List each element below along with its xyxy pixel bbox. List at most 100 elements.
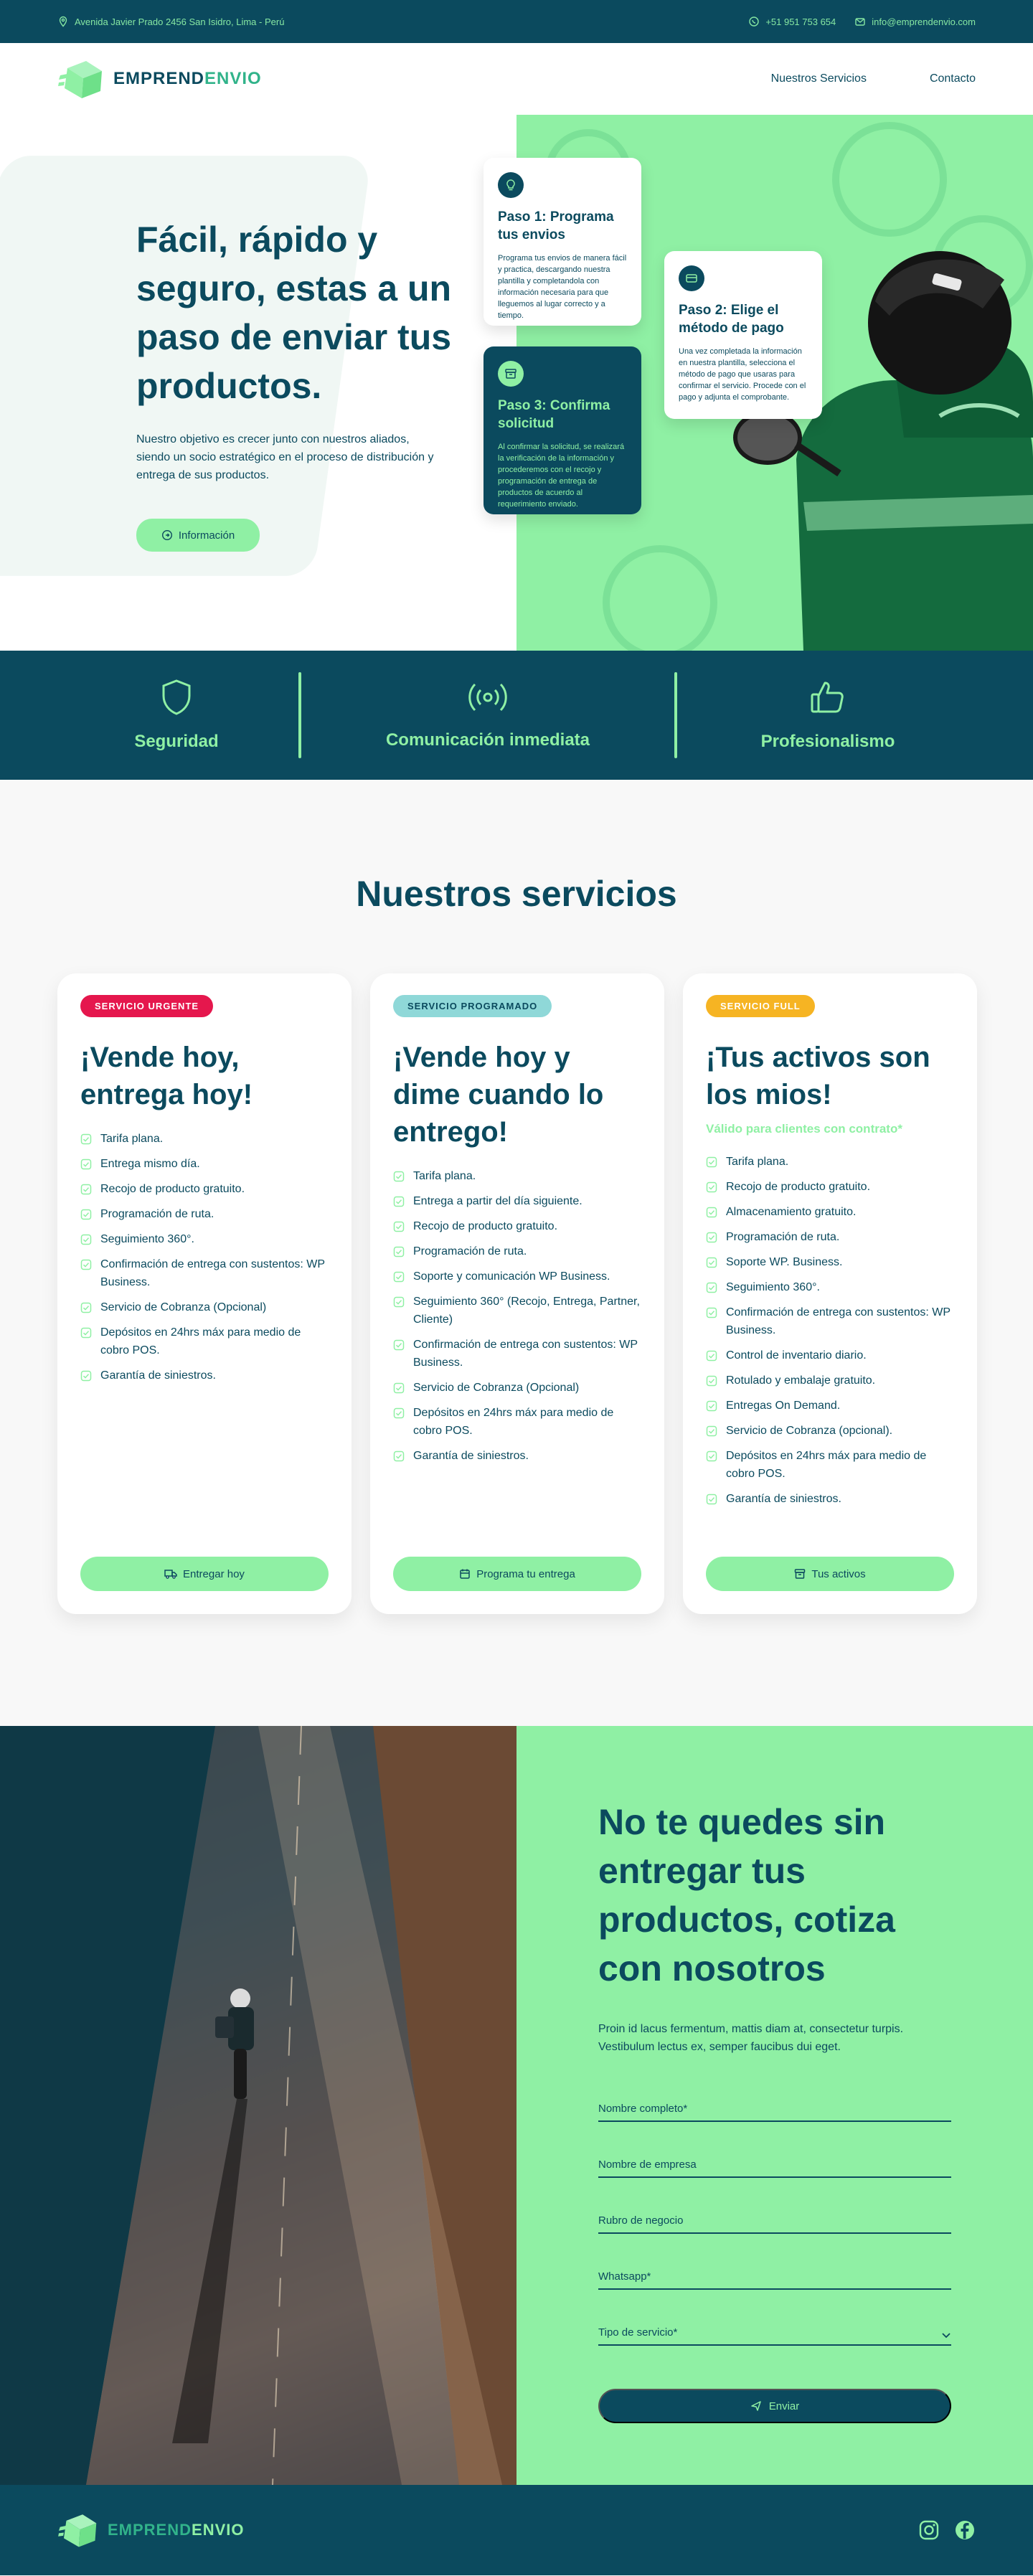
check-icon (706, 1375, 717, 1387)
service-card-scheduled: SERVICIO PROGRAMADO ¡Vende hoy y dime cu… (370, 973, 664, 1614)
badge-scheduled: SERVICIO PROGRAMADO (393, 995, 552, 1017)
feature-item-text: Control de inventario diario. (726, 1349, 867, 1362)
name-field-wrap (598, 2095, 951, 2122)
feature-item: Seguimiento 360°. (706, 1275, 954, 1300)
service-type-select[interactable]: Tipo de servicio* (598, 2318, 951, 2346)
whatsapp-icon (749, 16, 760, 27)
check-icon (393, 1296, 405, 1308)
feature-item: Confirmación de entrega con sustentos: W… (393, 1332, 641, 1375)
feature-item: Recojo de producto gratuito. (706, 1174, 954, 1199)
whatsapp-field-wrap (598, 2263, 951, 2290)
feature-item: Programación de ruta. (706, 1225, 954, 1250)
feature-item-text: Depósitos en 24hrs máx para medio de cob… (726, 1450, 927, 1480)
deliver-today-button[interactable]: Entregar hoy (80, 1557, 329, 1591)
feature-item: Servicio de Cobranza (opcional). (706, 1418, 954, 1443)
feature-item-text: Servicio de Cobranza (opcional). (726, 1425, 893, 1437)
hero-left: Fácil, rápido y seguro, estas a un paso … (0, 115, 516, 651)
feature-item: Almacenamiento gratuito. (706, 1199, 954, 1225)
feature-item-text: Garantía de siniestros. (413, 1450, 529, 1462)
schedule-delivery-label: Programa tu entrega (476, 1567, 575, 1580)
feature-item: Depósitos en 24hrs máx para medio de cob… (393, 1400, 641, 1443)
feature-list: Tarifa plana. Recojo de producto gratuito… (706, 1149, 954, 1511)
phone-info[interactable]: +51 951 753 654 (748, 16, 836, 27)
business-field[interactable] (598, 2214, 951, 2227)
address-info: Avenida Javier Prado 2456 San Isidro, Li… (57, 16, 284, 27)
check-icon (393, 1171, 405, 1182)
nav-link-services[interactable]: Nuestros Servicios (771, 72, 867, 85)
business-field-wrap (598, 2207, 951, 2234)
services-section: Nuestros servicios SERVICIO URGENTE ¡Ven… (0, 780, 1033, 1726)
feature-item: Servicio de Cobranza (Opcional) (80, 1295, 329, 1320)
location-pin-icon (59, 16, 67, 27)
footer-brand-name: EMPRENDENVIO (108, 2521, 245, 2539)
nav-link-contact[interactable]: Contacto (930, 72, 976, 85)
box-logo-icon (58, 2514, 97, 2547)
check-icon (80, 1234, 92, 1245)
brand-logo[interactable]: EMPRENDENVIO (57, 57, 262, 101)
contact-section: No te quedes sin entregar tus productos,… (0, 1726, 1033, 2485)
company-field[interactable] (598, 2159, 951, 2171)
feature-list: Tarifa plana. Entrega mismo día. Recojo de… (80, 1126, 329, 1388)
service-cards: SERVICIO URGENTE ¡Vende hoy, entrega hoy… (57, 973, 977, 1614)
feature-item: Entregas On Demand. (706, 1393, 954, 1418)
feature-item-text: Entrega a partir del día siguiente. (413, 1195, 582, 1207)
feature-item-text: Seguimiento 360°. (100, 1233, 194, 1245)
step-card-2: Paso 2: Elige el método de pago Una vez … (664, 251, 822, 419)
feature-item: Entrega mismo día. (80, 1151, 329, 1176)
feature-item: Recojo de producto gratuito. (393, 1214, 641, 1239)
schedule-delivery-button[interactable]: Programa tu entrega (393, 1557, 641, 1591)
service-card-urgent: SERVICIO URGENTE ¡Vende hoy, entrega hoy… (57, 973, 352, 1614)
email-text: info@emprendenvio.com (872, 16, 976, 27)
check-icon (80, 1370, 92, 1382)
address-text: Avenida Javier Prado 2456 San Isidro, Li… (75, 16, 285, 27)
submit-button[interactable]: Enviar (598, 2389, 951, 2423)
credit-card-icon (686, 274, 697, 283)
feature-item: Confirmación de entrega con sustentos: W… (706, 1300, 954, 1343)
check-icon (706, 1425, 717, 1437)
feature-item-text: Soporte WP. Business. (726, 1256, 843, 1268)
step-2-bullet (679, 265, 704, 291)
step-1-title: Paso 1: Programa tus envios (498, 209, 614, 242)
send-icon (750, 2401, 761, 2411)
check-icon (393, 1407, 405, 1419)
facebook-icon[interactable] (954, 2519, 976, 2541)
check-icon (80, 1327, 92, 1339)
feature-item-text: Seguimiento 360° (Recojo, Entrega, Partn… (413, 1296, 640, 1326)
feature-item-text: Recojo de producto gratuito. (726, 1181, 871, 1193)
check-icon (393, 1221, 405, 1232)
feature-item-text: Servicio de Cobranza (Opcional) (413, 1382, 580, 1394)
check-icon (80, 1302, 92, 1313)
feature-communication-label: Comunicación inmediata (385, 730, 590, 750)
feature-item-text: Recojo de producto gratuito. (100, 1183, 245, 1195)
archive-icon (795, 1569, 806, 1579)
road-photo (0, 1726, 516, 2485)
check-icon (393, 1382, 405, 1394)
calendar-icon (460, 1569, 470, 1579)
features-band: Seguridad Comunicación inmediata Profesi… (0, 651, 1033, 780)
broadcast-icon (468, 683, 507, 712)
lightbulb-icon (506, 179, 515, 191)
feature-item-text: Almacenamiento gratuito. (726, 1206, 857, 1218)
brand-name: EMPRENDENVIO (113, 69, 262, 88)
instagram-icon[interactable] (918, 2519, 940, 2541)
feature-professionalism: Profesionalismo (677, 679, 978, 752)
whatsapp-field[interactable] (598, 2270, 951, 2283)
phone-text: +51 951 753 654 (765, 16, 836, 27)
footer-brand[interactable]: EMPRENDENVIO (57, 2511, 244, 2549)
name-field[interactable] (598, 2103, 951, 2115)
check-icon (80, 1184, 92, 1195)
contact-title: No te quedes sin entregar tus productos,… (598, 1802, 895, 1988)
email-info[interactable]: info@emprendenvio.com (854, 16, 976, 27)
footer: EMPRENDENVIO (0, 2485, 1033, 2575)
your-assets-button[interactable]: Tus activos (706, 1557, 954, 1591)
main-nav: EMPRENDENVIO Nuestros Servicios Contacto (0, 43, 1033, 115)
info-button[interactable]: Información (136, 519, 260, 552)
check-icon (706, 1232, 717, 1243)
step-2-text: Una vez completada la información en nue… (679, 347, 806, 402)
feature-item-text: Programación de ruta. (100, 1208, 214, 1220)
feature-item: Confirmación de entrega con sustentos: W… (80, 1252, 329, 1295)
feature-item-text: Confirmación de entrega con sustentos: W… (100, 1258, 325, 1288)
feature-item-text: Programación de ruta. (413, 1245, 527, 1258)
company-field-wrap (598, 2151, 951, 2178)
step-2-title: Paso 2: Elige el método de pago (679, 303, 784, 336)
